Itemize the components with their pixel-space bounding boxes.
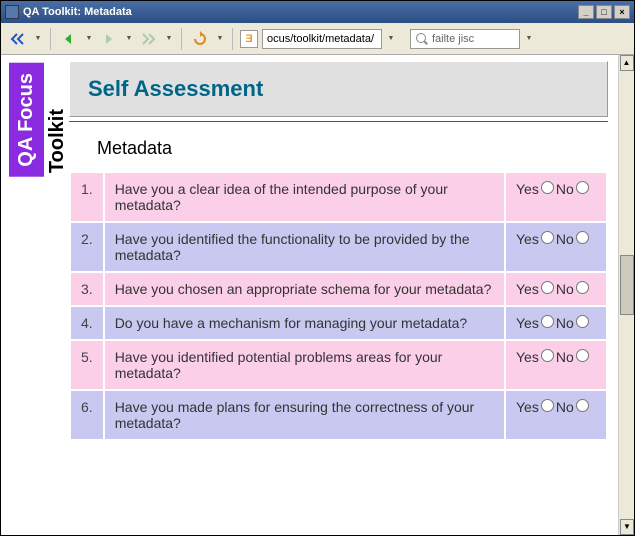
page-header: Self Assessment bbox=[69, 61, 608, 117]
search-icon bbox=[415, 32, 429, 46]
minimize-button[interactable]: _ bbox=[578, 5, 594, 19]
no-label: No bbox=[556, 315, 574, 331]
close-button[interactable]: × bbox=[614, 5, 630, 19]
no-radio[interactable] bbox=[576, 231, 589, 244]
no-radio[interactable] bbox=[576, 181, 589, 194]
no-radio[interactable] bbox=[576, 281, 589, 294]
yes-radio[interactable] bbox=[541, 231, 554, 244]
no-radio[interactable] bbox=[576, 349, 589, 362]
section-label: Toolkit bbox=[44, 105, 71, 177]
forward-all-button[interactable] bbox=[138, 28, 160, 50]
question-text: Have you a clear idea of the intended pu… bbox=[105, 173, 504, 221]
dropdown-icon[interactable]: ▼ bbox=[124, 35, 134, 42]
answer-cell: Yes No bbox=[506, 307, 606, 339]
yes-radio[interactable] bbox=[541, 181, 554, 194]
scroll-thumb[interactable] bbox=[620, 255, 634, 315]
question-text: Have you chosen an appropriate schema fo… bbox=[105, 273, 504, 305]
search-text: failte jisc bbox=[432, 33, 474, 45]
question-row: 3.Have you chosen an appropriate schema … bbox=[71, 273, 606, 305]
back-button[interactable] bbox=[58, 28, 80, 50]
question-number: 5. bbox=[71, 341, 103, 389]
yes-radio[interactable] bbox=[541, 349, 554, 362]
divider bbox=[69, 121, 608, 122]
no-label: No bbox=[556, 349, 574, 365]
scroll-up-button[interactable]: ▲ bbox=[620, 55, 634, 71]
yes-label: Yes bbox=[516, 315, 539, 331]
question-row: 1.Have you a clear idea of the intended … bbox=[71, 173, 606, 221]
brand-label: QA Focus bbox=[9, 63, 44, 177]
window-titlebar: QA Toolkit: Metadata _ □ × bbox=[1, 1, 634, 23]
dropdown-icon[interactable]: ▼ bbox=[386, 35, 396, 42]
content-area: QA FocusToolkit Self Assessment Metadata… bbox=[1, 55, 634, 535]
sidebar-labels: QA FocusToolkit bbox=[9, 63, 71, 182]
question-number: 4. bbox=[71, 307, 103, 339]
no-label: No bbox=[556, 181, 574, 197]
yes-label: Yes bbox=[516, 399, 539, 415]
question-row: 2.Have you identified the functionality … bbox=[71, 223, 606, 271]
no-label: No bbox=[556, 231, 574, 247]
back-all-button[interactable] bbox=[7, 28, 29, 50]
reload-button[interactable] bbox=[189, 28, 211, 50]
window-title: QA Toolkit: Metadata bbox=[23, 6, 576, 18]
yes-label: Yes bbox=[516, 181, 539, 197]
question-row: 4.Do you have a mechanism for managing y… bbox=[71, 307, 606, 339]
question-text: Do you have a mechanism for managing you… bbox=[105, 307, 504, 339]
question-number: 2. bbox=[71, 223, 103, 271]
no-label: No bbox=[556, 281, 574, 297]
dropdown-icon[interactable]: ▼ bbox=[524, 35, 534, 42]
answer-cell: Yes No bbox=[506, 273, 606, 305]
yes-radio[interactable] bbox=[541, 399, 554, 412]
url-input[interactable]: ocus/toolkit/metadata/ bbox=[262, 29, 382, 49]
no-label: No bbox=[556, 399, 574, 415]
forward-button[interactable] bbox=[98, 28, 120, 50]
yes-radio[interactable] bbox=[541, 281, 554, 294]
url-favicon: Ǝ bbox=[240, 30, 258, 48]
dropdown-icon[interactable]: ▼ bbox=[164, 35, 174, 42]
app-icon bbox=[5, 5, 19, 19]
no-radio[interactable] bbox=[576, 399, 589, 412]
browser-toolbar: ▼ ▼ ▼ ▼ ▼ Ǝ ocus/toolkit/metadata/ ▼ fai… bbox=[1, 23, 634, 55]
questions-table: 1.Have you a clear idea of the intended … bbox=[69, 171, 608, 441]
question-number: 1. bbox=[71, 173, 103, 221]
answer-cell: Yes No bbox=[506, 391, 606, 439]
separator bbox=[50, 28, 51, 50]
maximize-button[interactable]: □ bbox=[596, 5, 612, 19]
dropdown-icon[interactable]: ▼ bbox=[33, 35, 43, 42]
answer-cell: Yes No bbox=[506, 223, 606, 271]
page-title: Self Assessment bbox=[88, 76, 589, 102]
page-body: Self Assessment Metadata 1.Have you a cl… bbox=[69, 61, 608, 441]
answer-cell: Yes No bbox=[506, 341, 606, 389]
scroll-down-button[interactable]: ▼ bbox=[620, 519, 634, 535]
yes-label: Yes bbox=[516, 231, 539, 247]
url-text: ocus/toolkit/metadata/ bbox=[267, 33, 374, 45]
no-radio[interactable] bbox=[576, 315, 589, 328]
yes-label: Yes bbox=[516, 281, 539, 297]
question-text: Have you identified the functionality to… bbox=[105, 223, 504, 271]
question-number: 3. bbox=[71, 273, 103, 305]
section-title: Metadata bbox=[97, 138, 608, 159]
question-text: Have you made plans for ensuring the cor… bbox=[105, 391, 504, 439]
question-row: 6.Have you made plans for ensuring the c… bbox=[71, 391, 606, 439]
yes-label: Yes bbox=[516, 349, 539, 365]
page-content: QA FocusToolkit Self Assessment Metadata… bbox=[1, 55, 618, 535]
question-number: 6. bbox=[71, 391, 103, 439]
search-input[interactable]: failte jisc bbox=[410, 29, 520, 49]
yes-radio[interactable] bbox=[541, 315, 554, 328]
answer-cell: Yes No bbox=[506, 173, 606, 221]
separator bbox=[232, 28, 233, 50]
dropdown-icon[interactable]: ▼ bbox=[84, 35, 94, 42]
vertical-scrollbar[interactable]: ▲ ▼ bbox=[618, 55, 634, 535]
question-row: 5.Have you identified potential problems… bbox=[71, 341, 606, 389]
question-text: Have you identified potential problems a… bbox=[105, 341, 504, 389]
separator bbox=[181, 28, 182, 50]
dropdown-icon[interactable]: ▼ bbox=[215, 35, 225, 42]
